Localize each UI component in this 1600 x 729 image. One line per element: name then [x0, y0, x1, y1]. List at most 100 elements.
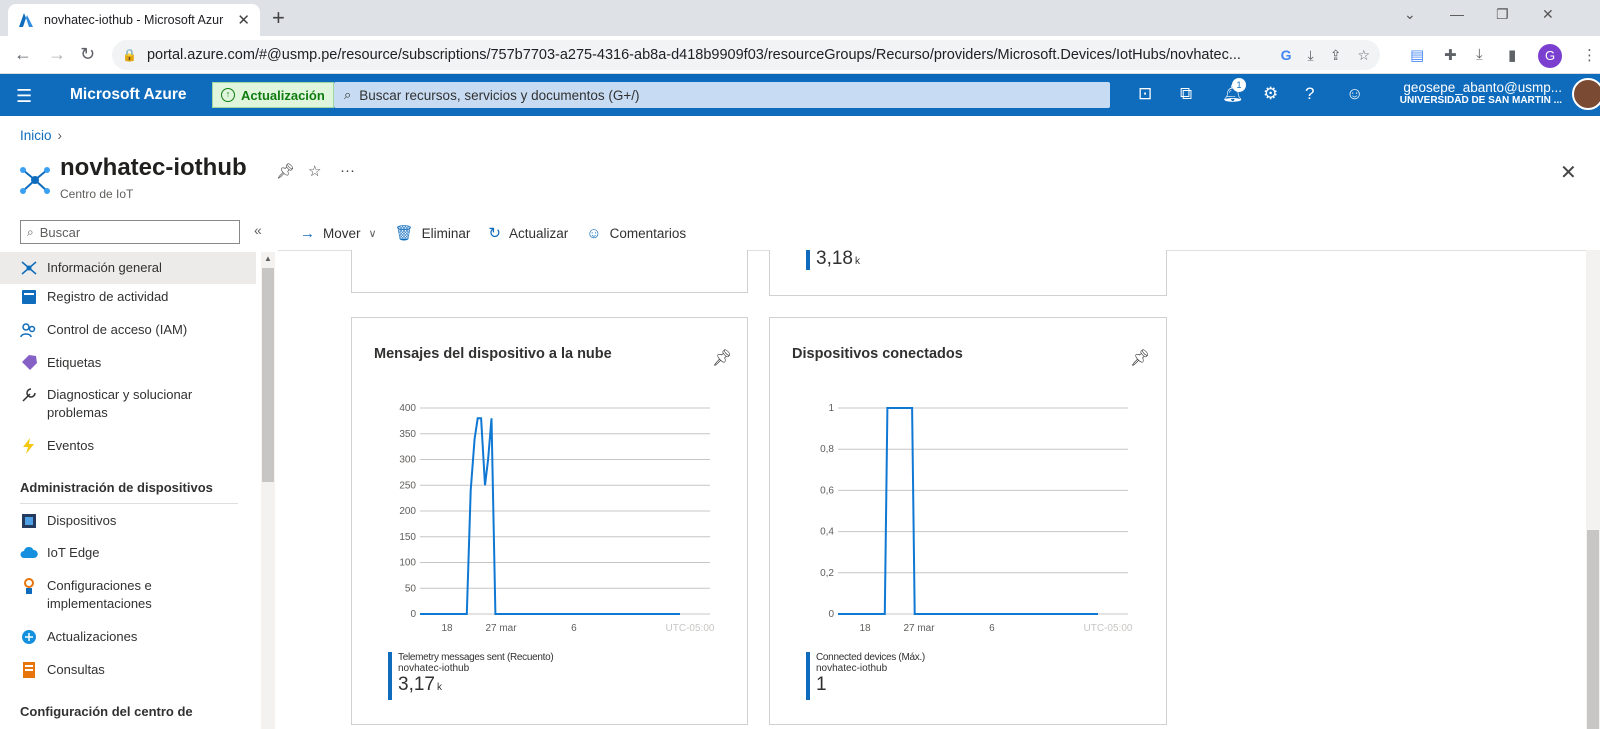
- messages-chart: 400 350 300 250 200 150 100 50 0 18 27 mar 6 UTC-05:…: [399, 403, 715, 634]
- nav-item-events[interactable]: Eventos: [0, 437, 256, 455]
- restore-icon[interactable]: ❐: [1496, 6, 1509, 23]
- x-tick-label: UTC-05:00: [666, 623, 715, 634]
- tab-close-icon[interactable]: ✕: [237, 11, 250, 29]
- legend-bar: [388, 652, 392, 700]
- nav-item-configurations[interactable]: Configuraciones e implementaciones: [0, 577, 256, 613]
- downloads-icon[interactable]: ⤓: [1476, 46, 1483, 63]
- window-close-icon[interactable]: ✕: [1542, 6, 1554, 23]
- bookmark-star-icon[interactable]: ☆: [1357, 47, 1370, 64]
- share-icon[interactable]: ⇪: [1330, 47, 1342, 64]
- nav-item-label: Actualizaciones: [47, 629, 138, 644]
- legend-value: 3,17 k: [398, 674, 442, 695]
- profile-avatar[interactable]: G: [1538, 44, 1562, 68]
- extensions-puzzle-icon[interactable]: ✚: [1444, 46, 1457, 64]
- feedback-button[interactable]: ☺ Comentarios: [586, 225, 686, 242]
- refresh-button[interactable]: ↻ Actualizar: [488, 224, 568, 242]
- nav-item-label: Dispositivos: [47, 513, 117, 528]
- help-icon[interactable]: ?: [1305, 84, 1314, 104]
- move-button[interactable]: → Mover ∨: [300, 225, 377, 242]
- nav-item-label: Etiquetas: [47, 355, 102, 370]
- browser-tab[interactable]: novhatec-iothub - Microsoft Azur ✕: [8, 4, 260, 36]
- minimize-icon[interactable]: —: [1450, 6, 1464, 22]
- azure-header: ☰ Microsoft Azure ↑ Actualización ⌕ Busc…: [0, 74, 1600, 116]
- cloud-shell-icon[interactable]: ⊡: [1138, 84, 1152, 104]
- nav-item-tags[interactable]: Etiquetas: [0, 354, 256, 372]
- legend-value: 1: [816, 674, 827, 695]
- browser-tabbar: novhatec-iothub - Microsoft Azur ✕ + ⌄ —…: [0, 0, 1600, 36]
- legend-bar: [806, 250, 810, 270]
- back-icon[interactable]: ←: [14, 44, 32, 65]
- forward-icon[interactable]: →: [48, 44, 66, 65]
- nav-item-label: Control de acceso (IAM): [47, 322, 188, 337]
- account-info[interactable]: geosepe_abanto@usmp... UNIVERSIDAD DE SA…: [1396, 80, 1562, 106]
- global-search-input[interactable]: ⌕ Buscar recursos, servicios y documento…: [334, 82, 1110, 108]
- nav-item-overview[interactable]: Información general: [0, 252, 256, 284]
- messages-chart-tile[interactable]: Mensajes del dispositivo a la nube 📌︎ 40…: [351, 317, 748, 725]
- nav-search-input[interactable]: ⌕ Buscar: [20, 220, 240, 244]
- nav-search-placeholder: Buscar: [39, 224, 81, 240]
- devices-chart-tile[interactable]: Dispositivos conectados 📌︎ 1 0,8 0,6 0,4 0,2…: [769, 317, 1167, 725]
- nav-item-queries[interactable]: Consultas: [0, 661, 256, 679]
- nav-item-updates[interactable]: Actualizaciones: [0, 628, 256, 646]
- nav-item-activity-log[interactable]: Registro de actividad: [0, 288, 256, 306]
- top-tile-value: 3,18 k: [816, 248, 860, 269]
- feedback-icon[interactable]: ☺: [1346, 84, 1363, 104]
- feedback-person-icon: ☺: [586, 224, 602, 242]
- delete-button[interactable]: 🗑︎ Eliminar: [395, 224, 471, 242]
- more-options-icon[interactable]: ···: [340, 162, 355, 179]
- top-tile-left: [351, 250, 748, 293]
- user-avatar[interactable]: [1572, 78, 1600, 110]
- update-button[interactable]: ↑ Actualización: [212, 82, 334, 108]
- update-globe-icon: [22, 630, 36, 644]
- delete-label: Eliminar: [421, 225, 471, 241]
- cloud-icon: [20, 546, 38, 558]
- nav-item-label: Registro de actividad: [47, 289, 169, 304]
- new-tab-button[interactable]: +: [272, 5, 285, 31]
- series-line: [838, 407, 1098, 615]
- directory-filter-icon[interactable]: ⧉: [1180, 84, 1192, 104]
- content-scrollbar-thumb[interactable]: [1587, 530, 1599, 729]
- chevron-down-icon[interactable]: ⌄: [1404, 6, 1416, 23]
- reload-icon[interactable]: ↻: [80, 44, 95, 65]
- collapse-nav-icon[interactable]: «: [254, 222, 262, 238]
- browser-menu-icon[interactable]: ⋮: [1582, 46, 1597, 64]
- move-label: Mover: [323, 225, 361, 241]
- azure-brand[interactable]: Microsoft Azure: [70, 86, 187, 104]
- top-tile-right: 3,18 k: [769, 248, 1167, 296]
- nav-item-diagnose[interactable]: Diagnosticar y solucionar problemas: [0, 386, 256, 422]
- url-field[interactable]: 🔒 portal.azure.com/#@usmp.pe/resource/su…: [112, 40, 1380, 70]
- pin-tile-icon[interactable]: 📌︎: [712, 348, 732, 368]
- legend-metric: Telemetry messages sent (Recuento): [398, 652, 554, 663]
- side-panel-icon[interactable]: ▮: [1508, 46, 1516, 64]
- install-icon[interactable]: ⤓: [1308, 47, 1314, 64]
- settings-gear-icon[interactable]: ⚙: [1263, 84, 1278, 104]
- configuration-icon: [24, 578, 34, 594]
- y-tick-label: 50: [405, 583, 417, 594]
- x-tick-label: 6: [989, 623, 995, 634]
- y-tick-label: 150: [399, 532, 416, 543]
- legend-bar: [806, 652, 810, 700]
- pin-tile-icon[interactable]: 📌︎: [1130, 348, 1150, 368]
- extension-doc-icon[interactable]: ▤: [1410, 46, 1424, 64]
- x-tick-label: 6: [571, 623, 577, 634]
- devices-chart: 1 0,8 0,6 0,4 0,2 0 18 27 mar 6 UTC-05:00: [820, 403, 1133, 634]
- nav-item-devices[interactable]: Dispositivos: [0, 512, 256, 530]
- nav-item-iam[interactable]: Control de acceso (IAM): [0, 321, 256, 339]
- portal-menu-icon[interactable]: ☰: [16, 86, 32, 107]
- nav-scrollbar-thumb[interactable]: [262, 268, 274, 482]
- pin-icon[interactable]: 📌︎: [276, 162, 295, 180]
- y-tick-label: 0,4: [820, 527, 834, 538]
- iot-hub-icon: [21, 261, 37, 275]
- favorite-star-icon[interactable]: ☆: [308, 162, 321, 180]
- search-icon: ⌕: [27, 224, 34, 239]
- nav-item-iot-edge[interactable]: IoT Edge: [0, 544, 256, 562]
- y-tick-label: 0: [410, 609, 416, 620]
- close-blade-icon[interactable]: ✕: [1560, 160, 1577, 185]
- user-email: geosepe_abanto@usmp...: [1403, 80, 1562, 95]
- y-tick-label: 250: [399, 480, 416, 491]
- scroll-up-icon[interactable]: ▲: [264, 254, 272, 263]
- breadcrumb-home-link[interactable]: Inicio: [20, 128, 52, 143]
- google-icon[interactable]: G: [1281, 47, 1292, 63]
- url-text: portal.azure.com/#@usmp.pe/resource/subs…: [146, 47, 1241, 63]
- nav-section-device-management: Administración de dispositivos: [20, 480, 238, 504]
